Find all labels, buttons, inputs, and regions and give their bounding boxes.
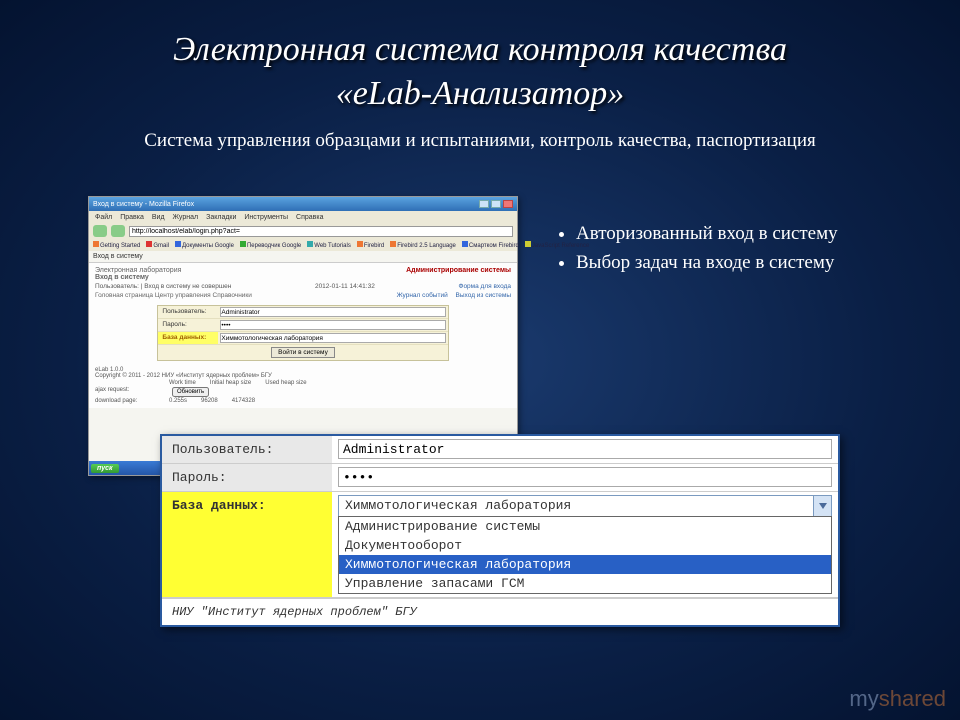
bookmark-item[interactable]: Переводчик Google (240, 241, 301, 249)
login-panel-footer: НИУ "Институт ядерных проблем" БГУ (162, 598, 838, 625)
bookmark-item[interactable]: Firebird 2.5 Language (390, 241, 456, 249)
page-content: Электронная лаборатория Вход в систему А… (89, 263, 517, 408)
browser-titlebar: Вход в систему - Mozilla Firefox (89, 197, 517, 211)
mini-login-button[interactable]: Войти в систему (271, 347, 335, 358)
bookmark-item[interactable]: Web Tutorials (307, 241, 351, 249)
database-label: База данных: (162, 492, 332, 597)
bookmark-item[interactable]: Getting Started (93, 241, 140, 249)
database-option[interactable]: Администрирование системы (339, 517, 831, 536)
password-label: Пароль: (162, 464, 332, 491)
database-selected-value: Химмотологическая лаборатория (339, 496, 813, 516)
admin-link[interactable]: Администрирование системы (406, 267, 511, 281)
login-status: Пользователь: | Вход в систему не соверш… (95, 283, 231, 290)
bookmarks-bar: Getting Started Gmail Документы Google П… (89, 239, 517, 251)
minimize-icon[interactable] (479, 200, 489, 208)
address-bar-row (89, 223, 517, 239)
mini-pass-label: Пароль: (158, 319, 218, 331)
bookmark-item[interactable]: Смартком Firebird (462, 241, 519, 249)
bullet-item: Авторизованный вход в систему (576, 220, 838, 249)
slide-subtitle: Система управления образцами и испытания… (0, 130, 960, 152)
watermark: myshared (849, 686, 946, 712)
window-controls (479, 200, 513, 208)
user-label: Пользователь: (162, 436, 332, 463)
val-work: 0.255s (169, 398, 187, 404)
refresh-button[interactable]: Обновить (172, 387, 209, 397)
mini-user-label: Пользователь: (158, 306, 218, 318)
back-icon[interactable] (93, 225, 107, 237)
address-input[interactable] (129, 226, 513, 237)
mini-db-label: База данных: (158, 332, 218, 344)
bullet-item: Выбор задач на входе в систему (576, 249, 838, 278)
slide-title: Электронная система контроля качества «e… (0, 0, 960, 116)
database-option[interactable]: Управление запасами ГСМ (339, 574, 831, 593)
col-init: Initial heap size (210, 380, 251, 386)
menu-item[interactable]: Справка (296, 214, 323, 221)
col-work: Work time (169, 380, 196, 386)
database-option[interactable]: Химмотологическая лаборатория (339, 555, 831, 574)
menu-item[interactable]: Закладки (206, 214, 236, 221)
menu-item[interactable]: Вид (152, 214, 165, 221)
login-form-link[interactable]: Форма для входа (459, 283, 511, 290)
title-line-2: «eLab-Анализатор» (336, 75, 625, 112)
window-title: Вход в систему - Mozilla Firefox (93, 201, 194, 208)
database-select[interactable]: Химмотологическая лаборатория (338, 495, 832, 517)
mini-db-select[interactable] (220, 333, 445, 343)
title-line-1: Электронная система контроля качества (173, 31, 787, 68)
close-icon[interactable] (503, 200, 513, 208)
menu-item[interactable]: Файл (95, 214, 112, 221)
mini-pass-input[interactable] (220, 320, 445, 330)
bookmark-item[interactable]: Gmail (146, 241, 169, 249)
maximize-icon[interactable] (491, 200, 501, 208)
login-panel: Пользователь: Пароль: База данных: Химмо… (160, 434, 840, 627)
chevron-down-icon[interactable] (813, 496, 831, 516)
bookmark-item[interactable]: JavaScript Reference (525, 241, 589, 249)
browser-tab[interactable]: Вход в систему (89, 251, 517, 263)
password-input[interactable] (338, 467, 832, 487)
feature-bullets: Авторизованный вход в систему Выбор зада… (560, 220, 838, 277)
database-option[interactable]: Документооборот (339, 536, 831, 555)
start-button[interactable]: пуск (91, 464, 119, 473)
forward-icon[interactable] (111, 225, 125, 237)
col-used: Used heap size (265, 380, 306, 386)
page-heading: Вход в систему (95, 274, 181, 281)
download-label: download page: (95, 398, 155, 404)
menu-item[interactable]: Инструменты (244, 214, 288, 221)
menu-item[interactable]: Журнал (173, 214, 199, 221)
copyright-label: Copyright © 2011 - 2012 НИУ «Институт яд… (95, 373, 511, 379)
val-used: 4174328 (232, 398, 255, 404)
mini-login-box: Пользователь: Пароль: База данных: Войти… (157, 305, 448, 361)
app-name: Электронная лаборатория (95, 267, 181, 274)
val-init: 96208 (201, 398, 218, 404)
nav-logout[interactable]: Выход из системы (456, 292, 511, 299)
nav-event-log[interactable]: Журнал событий (397, 292, 448, 299)
nav-links-left[interactable]: Головная страница Центр управления Справ… (95, 292, 252, 299)
browser-menu: Файл Правка Вид Журнал Закладки Инструме… (89, 211, 517, 223)
ajax-label: ajax request: (95, 387, 155, 397)
database-dropdown: Администрирование системы Документооборо… (338, 516, 832, 594)
menu-item[interactable]: Правка (120, 214, 144, 221)
bookmark-item[interactable]: Документы Google (175, 241, 234, 249)
bookmark-item[interactable]: Firebird (357, 241, 384, 249)
user-input[interactable] (338, 439, 832, 459)
page-datetime: 2012-01-11 14:41:32 (315, 283, 375, 290)
mini-user-input[interactable] (220, 307, 445, 317)
